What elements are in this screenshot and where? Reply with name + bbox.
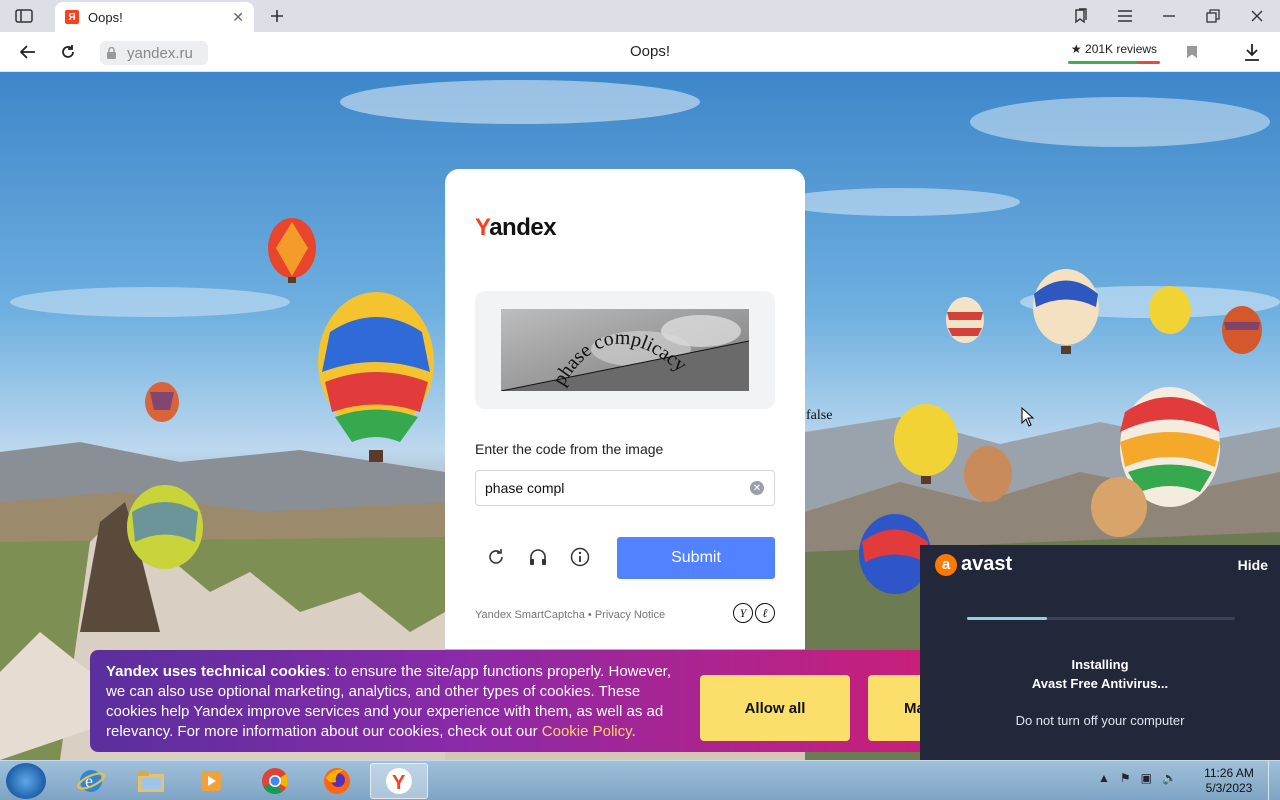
yandex-favicon-icon: Я [65,10,79,24]
hide-button[interactable]: Hide [1238,557,1268,573]
page-title: Oops! [629,43,671,60]
chrome-icon[interactable] [246,763,304,799]
back-arrow-icon[interactable] [12,36,44,68]
action-center-flag-icon[interactable]: ⚑ [1120,771,1131,785]
install-progress-bar [967,617,1235,620]
cookie-policy-link[interactable]: Cookie Policy [542,723,632,740]
menu-icon[interactable] [1105,0,1145,32]
smartcaptcha-logos: Y ℓ [733,603,775,623]
url-field[interactable]: yandex.ru [100,41,208,65]
captcha-instruction: Enter the code from the image [475,441,664,457]
cookie-banner: Yandex uses technical cookies: to ensure… [90,650,920,752]
refresh-captcha-icon[interactable] [481,542,511,572]
system-tray: ▲ ⚑ ▣ 🔈 [1098,771,1177,785]
tab-bar: Я Oops! ✕ [0,0,1280,32]
captcha-card: Yandex phase complicacy Enter the code f… [445,169,805,649]
warning-text: Do not turn off your computer [1015,713,1185,728]
bookmark-icon[interactable] [1176,36,1208,68]
reviews-badge[interactable]: ★ 201K reviews [1068,40,1160,64]
audio-captcha-icon[interactable] [523,542,553,572]
tab-title: Oops! [88,9,123,25]
close-tab-icon[interactable]: ✕ [232,9,244,26]
installing-status: Installing Avast Free Antivirus... [1031,657,1169,691]
avast-logo: a avast [935,553,1012,576]
manage-cookies-button[interactable]: Ma [868,675,920,741]
leaf-circle-icon: ℓ [755,603,775,623]
captcha-footer[interactable]: Yandex SmartCaptcha • Privacy Notice [475,609,665,621]
cookie-text: Yandex uses technical cookies: to ensure… [106,663,672,740]
restore-icon[interactable] [1193,0,1233,32]
close-window-icon[interactable] [1237,0,1277,32]
network-icon[interactable]: ▣ [1141,771,1152,785]
captcha-image-box: phase complicacy [475,291,775,409]
info-icon[interactable] [565,542,595,572]
collections-icon[interactable] [1061,0,1101,32]
firefox-icon[interactable] [308,763,366,799]
download-icon[interactable] [1236,36,1268,68]
install-progress-fill [967,617,1048,620]
sidebar-toggle-icon[interactable] [4,0,44,32]
address-bar: yandex.ru Oops! ★ 201K reviews [0,32,1280,72]
allow-all-button[interactable]: Allow all [700,675,850,741]
new-tab-icon[interactable] [257,0,297,32]
windows-start-icon[interactable] [6,763,46,799]
yandex-circle-icon: Y [733,603,753,623]
avast-icon: a [935,553,957,576]
show-hidden-icons-icon[interactable]: ▲ [1098,771,1110,785]
captcha-image: phase complicacy [501,309,749,391]
reviews-rating-bar [1068,61,1160,64]
svg-text:Y: Y [392,772,406,794]
taskbar: e Y ▲ ⚑ ▣ 🔈 11:26 AM 5/3/2023 [0,760,1280,800]
system-clock[interactable]: 11:26 AM 5/3/2023 [1195,766,1263,796]
submit-button[interactable]: Submit [617,537,775,579]
url-text: yandex.ru [127,44,193,62]
file-explorer-icon[interactable] [122,763,180,799]
minimize-icon[interactable] [1149,0,1189,32]
reviews-text: ★ 201K reviews [1070,42,1158,56]
clear-input-icon[interactable]: ✕ [750,481,764,495]
mouse-cursor-icon [1021,407,1035,427]
media-player-icon[interactable] [182,763,240,799]
browser-tab[interactable]: Я Oops! ✕ [55,2,254,32]
captcha-input[interactable] [475,470,775,506]
avast-installer-popup: a avast Hide Installing Avast Free Antiv… [920,545,1280,760]
volume-muted-icon[interactable]: 🔈 [1162,771,1177,785]
show-desktop-button[interactable] [1268,761,1280,800]
reload-icon[interactable] [52,36,84,68]
stray-text: false [806,408,833,423]
lock-icon [107,46,116,59]
internet-explorer-icon[interactable]: e [62,763,120,799]
yandex-browser-icon[interactable]: Y [370,763,428,799]
yandex-logo[interactable]: Yandex [475,214,557,242]
